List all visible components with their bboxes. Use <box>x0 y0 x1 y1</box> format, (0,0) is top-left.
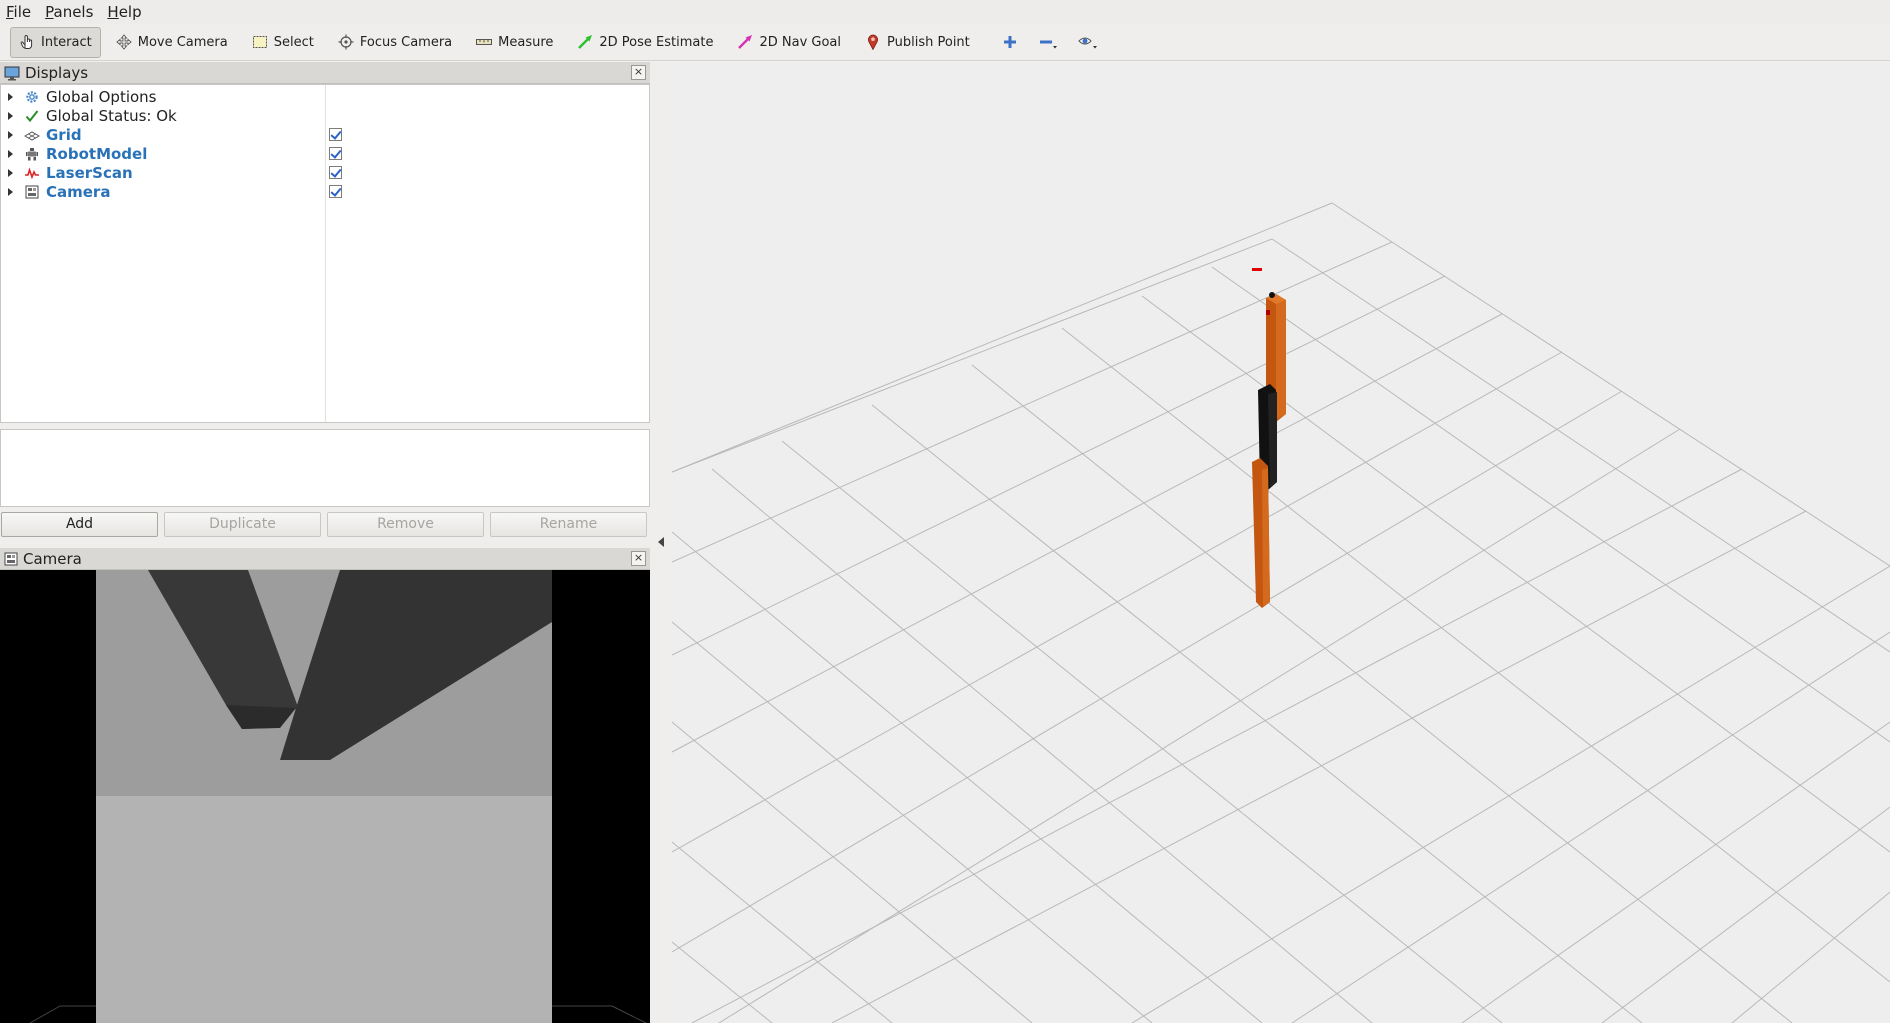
camera-image <box>0 570 650 1023</box>
close-icon: × <box>633 65 644 78</box>
display-description-box <box>0 429 650 507</box>
tool-bar: Interact Move Camera Select Focus Camera… <box>0 24 1890 61</box>
ruler-icon <box>476 39 493 45</box>
selection-box-icon <box>252 36 267 48</box>
collapse-arrow-icon[interactable] <box>658 537 664 547</box>
gear-icon <box>24 89 40 105</box>
dock-splitter[interactable] <box>650 62 672 1023</box>
display-row-grid[interactable]: Grid <box>1 125 649 144</box>
camera-image-view[interactable] <box>0 570 650 1023</box>
rename-display-label: Rename <box>539 516 598 532</box>
display-label-grid: Grid <box>46 125 82 144</box>
menu-panels-mnemonic: P <box>45 3 54 21</box>
move-camera-tool-button[interactable]: Move Camera <box>107 27 237 58</box>
expand-arrow-icon[interactable] <box>8 149 13 158</box>
camera-panel: Camera × <box>0 548 650 1023</box>
menu-panels-label: anels <box>53 3 94 21</box>
2d-nav-goal-tool-button[interactable]: 2D Nav Goal <box>728 27 850 58</box>
add-tool-button[interactable] <box>995 27 1025 58</box>
duplicate-display-button[interactable]: Duplicate <box>164 512 321 537</box>
display-label-global-options: Global Options <box>46 87 157 106</box>
menu-file[interactable]: File <box>6 3 31 21</box>
focus-camera-tool-label: Focus Camera <box>359 34 453 50</box>
robot-icon <box>24 146 40 162</box>
crosshair-icon <box>338 34 354 50</box>
select-tool-label: Select <box>273 34 314 50</box>
display-label-global-status: Global Status: Ok <box>46 106 177 125</box>
expand-arrow-icon[interactable] <box>8 168 13 177</box>
magenta-arrow-icon <box>738 35 753 49</box>
monitor-icon <box>4 66 20 80</box>
select-tool-button[interactable]: Select <box>243 27 323 58</box>
remove-display-label: Remove <box>377 516 434 532</box>
hand-pointer-icon <box>20 34 33 49</box>
camera-panel-title-bar: Camera × <box>0 548 650 570</box>
displays-panel-title: Displays <box>25 63 89 82</box>
camera-panel-title: Camera <box>23 549 82 568</box>
robot-model-enabled-checkbox[interactable] <box>329 147 342 160</box>
publish-point-tool-button[interactable]: Publish Point <box>856 27 979 58</box>
2d-nav-goal-tool-label: 2D Nav Goal <box>759 34 842 50</box>
remove-tool-button[interactable] <box>1031 27 1065 58</box>
displays-panel-close-button[interactable]: × <box>631 65 646 80</box>
checkmark-icon <box>24 108 40 124</box>
menu-help[interactable]: Help <box>107 3 141 21</box>
tool-properties-button[interactable] <box>1071 27 1105 58</box>
close-icon: × <box>633 551 644 564</box>
expand-arrow-icon[interactable] <box>8 111 13 120</box>
3d-scene <box>672 62 1890 1023</box>
displays-tree: Global Options Global Status: Ok Grid Ro… <box>0 84 650 423</box>
duplicate-display-label: Duplicate <box>209 516 276 532</box>
remove-display-button[interactable]: Remove <box>327 512 484 537</box>
focus-camera-tool-button[interactable]: Focus Camera <box>329 27 461 58</box>
measure-tool-button[interactable]: Measure <box>467 27 562 58</box>
display-row-global-status[interactable]: Global Status: Ok <box>1 106 649 125</box>
move-arrows-icon <box>116 34 132 50</box>
left-dock: Displays × Global Options Global Status:… <box>0 62 650 1023</box>
menu-help-mnemonic: H <box>107 3 119 21</box>
menu-file-label: ile <box>13 3 32 21</box>
menu-panels[interactable]: Panels <box>45 3 93 21</box>
measure-tool-label: Measure <box>498 34 554 50</box>
display-label-robot-model: RobotModel <box>46 144 148 163</box>
camera-enabled-checkbox[interactable] <box>329 185 342 198</box>
display-label-camera: Camera <box>46 182 111 201</box>
expand-arrow-icon[interactable] <box>8 130 13 139</box>
grid-enabled-checkbox[interactable] <box>329 128 342 141</box>
plus-icon <box>1003 36 1016 48</box>
grid-icon <box>24 127 40 143</box>
display-row-camera[interactable]: Camera <box>1 182 649 201</box>
laser-scan-enabled-checkbox[interactable] <box>329 166 342 179</box>
3d-render-view[interactable] <box>672 62 1890 1023</box>
expand-arrow-icon[interactable] <box>8 187 13 196</box>
camera-icon <box>24 184 40 200</box>
green-arrow-icon <box>578 35 593 49</box>
display-row-robot-model[interactable]: RobotModel <box>1 144 649 163</box>
add-display-label: Add <box>65 516 94 532</box>
display-row-laser-scan[interactable]: LaserScan <box>1 163 649 182</box>
display-row-global-options[interactable]: Global Options <box>1 87 649 106</box>
camera-icon <box>4 552 18 565</box>
display-buttons-row: Add Duplicate Remove Rename <box>0 510 650 538</box>
expand-arrow-icon[interactable] <box>8 92 13 101</box>
2d-pose-estimate-tool-label: 2D Pose Estimate <box>599 34 714 50</box>
displays-panel-title-bar: Displays × <box>0 62 650 84</box>
minus-icon <box>1039 40 1057 49</box>
publish-point-tool-label: Publish Point <box>887 34 970 50</box>
interact-tool-label: Interact <box>41 34 92 50</box>
laser-icon <box>24 165 40 181</box>
interact-tool-button[interactable]: Interact <box>10 26 101 58</box>
rename-display-button[interactable]: Rename <box>490 512 647 537</box>
display-label-laser-scan: LaserScan <box>46 163 133 182</box>
menu-file-mnemonic: F <box>6 3 14 21</box>
map-pin-icon <box>868 34 879 50</box>
menu-help-label: elp <box>118 3 142 21</box>
add-display-button[interactable]: Add <box>1 512 158 537</box>
camera-panel-close-button[interactable]: × <box>631 551 646 566</box>
move-camera-tool-label: Move Camera <box>137 34 228 50</box>
menu-bar: File Panels Help <box>0 0 1890 24</box>
2d-pose-estimate-tool-button[interactable]: 2D Pose Estimate <box>568 27 722 58</box>
eye-icon <box>1078 37 1097 49</box>
